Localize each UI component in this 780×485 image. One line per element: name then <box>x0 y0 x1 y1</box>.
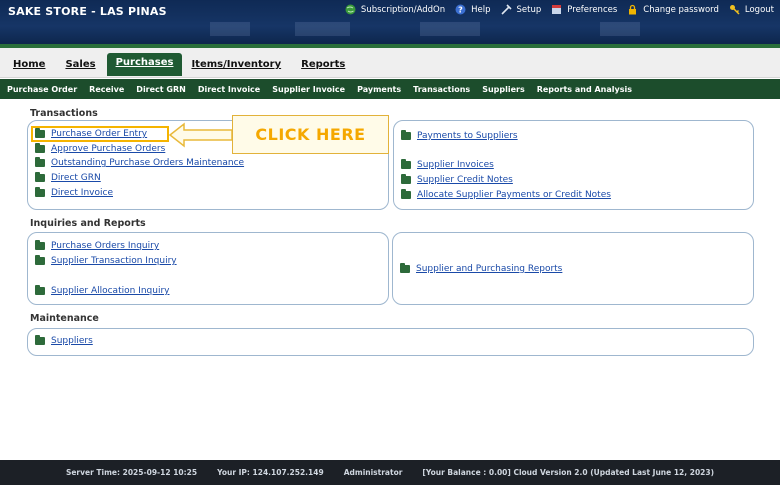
lock-icon <box>627 4 638 15</box>
app-title: SAKE STORE - LAS PINAS <box>8 5 167 18</box>
direct-invoice-link[interactable]: Direct Invoice <box>35 187 113 198</box>
link-label: Supplier Invoices <box>417 160 494 170</box>
preferences-link[interactable]: Preferences <box>551 4 617 15</box>
left-arrow-icon <box>168 122 233 148</box>
submenu-supplier-invoice[interactable]: Supplier Invoice <box>272 85 345 94</box>
callout-text: CLICK HERE <box>255 125 366 144</box>
suppliers-link[interactable]: Suppliers <box>35 335 93 346</box>
folder-icon <box>35 335 45 345</box>
header-texture <box>210 22 250 36</box>
supplier-purchasing-reports-link[interactable]: Supplier and Purchasing Reports <box>400 263 563 274</box>
folder-icon <box>35 157 45 167</box>
submenu-direct-invoice[interactable]: Direct Invoice <box>198 85 260 94</box>
link-label: Supplier Allocation Inquiry <box>51 286 170 296</box>
header-texture <box>295 22 350 36</box>
submenu-suppliers[interactable]: Suppliers <box>482 85 525 94</box>
allocate-supplier-payments-link[interactable]: Allocate Supplier Payments or Credit Not… <box>401 189 611 200</box>
logout-label: Logout <box>744 4 774 15</box>
tab-purchases[interactable]: Purchases <box>106 53 183 76</box>
supplier-invoices-link[interactable]: Supplier Invoices <box>401 159 494 170</box>
section-title-maintenance: Maintenance <box>30 313 99 324</box>
supplier-credit-notes-link[interactable]: Supplier Credit Notes <box>401 174 513 185</box>
folder-icon <box>400 263 410 273</box>
change-password-label: Change password <box>643 4 719 15</box>
globe-icon <box>345 4 356 15</box>
submenu-receive[interactable]: Receive <box>89 85 124 94</box>
folder-icon <box>35 172 45 182</box>
link-label: Purchase Orders Inquiry <box>51 241 160 251</box>
highlight-box <box>31 126 169 142</box>
purchase-orders-inquiry-link[interactable]: Purchase Orders Inquiry <box>35 240 160 251</box>
setup-link[interactable]: Setup <box>500 4 542 15</box>
tab-sales[interactable]: Sales <box>56 56 106 76</box>
section-title-inquiries: Inquiries and Reports <box>30 218 146 229</box>
link-label: Direct GRN <box>51 173 101 183</box>
folder-icon <box>35 143 45 153</box>
link-label: Allocate Supplier Payments or Credit Not… <box>417 190 611 200</box>
link-label: Supplier Transaction Inquiry <box>51 256 177 266</box>
maintenance-panel <box>27 328 754 356</box>
purchases-submenu: Purchase Order Receive Direct GRN Direct… <box>0 79 780 99</box>
balance-version-info: [Your Balance : 0.00] Cloud Version 2.0 … <box>422 468 715 477</box>
help-link[interactable]: ? Help <box>455 4 491 15</box>
folder-icon <box>35 240 45 250</box>
link-label: Payments to Suppliers <box>417 131 518 141</box>
link-label: Direct Invoice <box>51 188 113 198</box>
direct-grn-link[interactable]: Direct GRN <box>35 172 101 183</box>
submenu-payments[interactable]: Payments <box>357 85 401 94</box>
tab-reports[interactable]: Reports <box>292 56 356 76</box>
top-header: SAKE STORE - LAS PINAS Subscription/AddO… <box>0 0 780 48</box>
outstanding-po-maintenance-link[interactable]: Outstanding Purchase Orders Maintenance <box>35 157 245 168</box>
setup-label: Setup <box>516 4 542 15</box>
preferences-icon <box>551 4 562 15</box>
folder-icon <box>401 159 411 169</box>
help-icon: ? <box>455 4 466 15</box>
header-texture <box>420 22 480 36</box>
folder-icon <box>401 174 411 184</box>
preferences-label: Preferences <box>567 4 618 15</box>
section-title-transactions: Transactions <box>30 108 98 119</box>
top-links: Subscription/AddOn ? Help Setup Preferen… <box>345 4 774 15</box>
submenu-transactions[interactable]: Transactions <box>413 85 470 94</box>
svg-text:?: ? <box>458 5 463 14</box>
folder-icon <box>35 255 45 265</box>
submenu-direct-grn[interactable]: Direct GRN <box>136 85 186 94</box>
supplier-allocation-inquiry-link[interactable]: Supplier Allocation Inquiry <box>35 285 170 296</box>
status-footer: Server Time: 2025-09-12 10:25 Your IP: 1… <box>0 460 780 485</box>
tab-home[interactable]: Home <box>4 56 56 76</box>
tools-icon <box>500 4 512 15</box>
link-label: Outstanding Purchase Orders Maintenance <box>51 158 245 168</box>
link-label: Suppliers <box>51 336 93 346</box>
link-label: Approve Purchase Orders <box>51 144 166 154</box>
client-ip: Your IP: 124.107.252.149 <box>217 468 324 477</box>
change-password-link[interactable]: Change password <box>627 4 719 15</box>
submenu-purchase-order[interactable]: Purchase Order <box>7 85 77 94</box>
subscription-label: Subscription/AddOn <box>360 4 446 15</box>
main-tabs: Home Sales Purchases Items/Inventory Rep… <box>4 53 356 76</box>
subscription-link[interactable]: Subscription/AddOn <box>345 4 445 15</box>
submenu-reports-analysis[interactable]: Reports and Analysis <box>537 85 632 94</box>
current-user: Administrator <box>343 468 403 477</box>
click-here-callout: CLICK HERE <box>232 115 389 154</box>
server-time: Server Time: 2025-09-12 10:25 <box>65 468 198 477</box>
header-texture <box>600 22 640 36</box>
logout-link[interactable]: Logout <box>729 4 774 15</box>
supplier-transaction-inquiry-link[interactable]: Supplier Transaction Inquiry <box>35 255 177 266</box>
payments-to-suppliers-link[interactable]: Payments to Suppliers <box>401 130 518 141</box>
approve-purchase-orders-link[interactable]: Approve Purchase Orders <box>35 143 166 154</box>
help-label: Help <box>471 4 491 15</box>
link-label: Supplier and Purchasing Reports <box>416 264 563 274</box>
main-tab-bar: Home Sales Purchases Items/Inventory Rep… <box>0 48 780 78</box>
tab-items-inventory[interactable]: Items/Inventory <box>182 56 292 76</box>
folder-icon <box>35 187 45 197</box>
folder-icon <box>401 189 411 199</box>
key-icon <box>729 4 740 15</box>
folder-icon <box>401 130 411 140</box>
folder-icon <box>35 285 45 295</box>
link-label: Supplier Credit Notes <box>417 175 513 185</box>
